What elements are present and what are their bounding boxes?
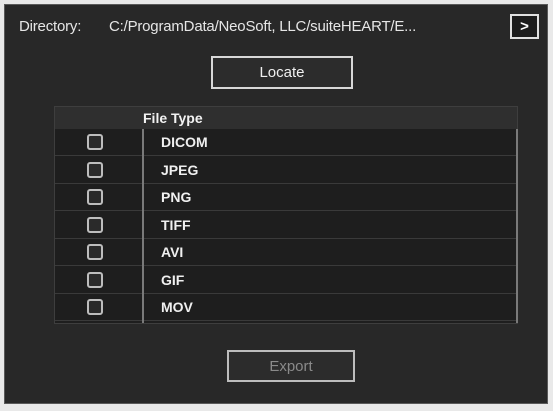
checkbox-png[interactable] bbox=[87, 189, 103, 205]
checkbox-jpeg[interactable] bbox=[87, 161, 103, 178]
row-label-mov: MOV bbox=[161, 299, 193, 315]
table-row-jpeg: JPEG bbox=[55, 157, 517, 184]
table-header: File Type bbox=[55, 107, 517, 129]
checkbox-mov[interactable] bbox=[87, 299, 103, 315]
checkbox-avi[interactable] bbox=[87, 244, 103, 260]
checkbox-dicom[interactable] bbox=[87, 134, 103, 150]
table-row-gif: GIF bbox=[55, 267, 517, 294]
table-row-avi: AVI bbox=[55, 239, 517, 266]
row-label-jpeg: JPEG bbox=[161, 161, 199, 178]
row-label-tiff: TIFF bbox=[161, 216, 191, 233]
row-label-png: PNG bbox=[161, 189, 192, 205]
file-type-table: File Type DICOM JPEG PNG TIFF AVI GIF MO… bbox=[54, 106, 518, 324]
export-panel: Directory: C:/ProgramData/NeoSoft, LLC/s… bbox=[4, 4, 548, 404]
column-divider bbox=[142, 129, 144, 323]
checkbox-gif[interactable] bbox=[87, 271, 103, 288]
locate-button[interactable]: Locate bbox=[211, 56, 353, 89]
file-type-header: File Type bbox=[143, 110, 203, 126]
browse-directory-button[interactable]: > bbox=[510, 14, 539, 39]
directory-label: Directory: bbox=[19, 18, 82, 35]
checkbox-tiff[interactable] bbox=[87, 216, 103, 233]
table-row-mov: MOV bbox=[55, 294, 517, 321]
export-button[interactable]: Export bbox=[227, 350, 355, 382]
table-right-border bbox=[516, 129, 518, 323]
row-label-gif: GIF bbox=[161, 271, 185, 288]
row-label-dicom: DICOM bbox=[161, 134, 208, 150]
table-row-png: PNG bbox=[55, 184, 517, 211]
table-row-dicom: DICOM bbox=[55, 129, 517, 156]
directory-path: C:/ProgramData/NeoSoft, LLC/suiteHEART/E… bbox=[109, 18, 417, 35]
table-row-tiff: TIFF bbox=[55, 212, 517, 239]
row-label-avi: AVI bbox=[161, 244, 184, 260]
